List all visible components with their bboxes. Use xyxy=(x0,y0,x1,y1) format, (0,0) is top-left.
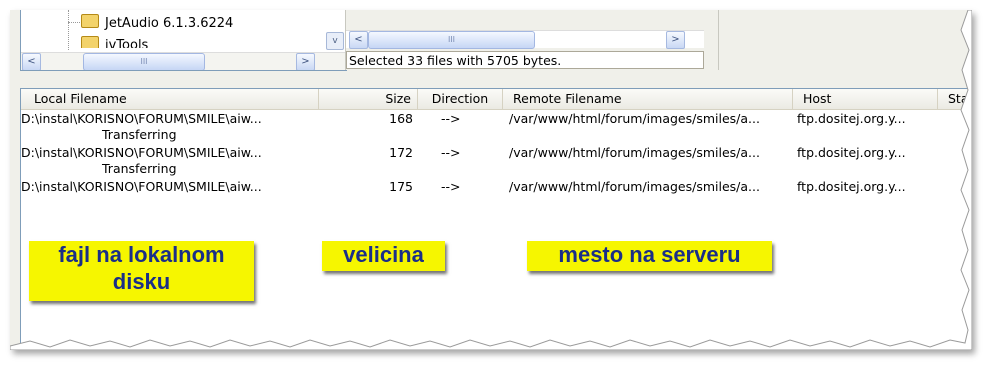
transfer-queue-list[interactable]: Local Filename Size Direction Remote Fil… xyxy=(20,88,972,350)
callout-local-line2: disku xyxy=(112,269,171,294)
scroll-thumb-grip: III xyxy=(447,35,456,44)
cell-size: 175 xyxy=(389,179,413,194)
cell-direction: --> xyxy=(441,179,461,194)
tree-scroll-right-button[interactable]: > xyxy=(296,53,315,70)
tree-connector-line xyxy=(68,22,80,23)
remote-scroll-left-button[interactable]: < xyxy=(349,31,368,49)
chevron-right-icon: > xyxy=(671,34,680,45)
cell-size: 168 xyxy=(389,111,413,126)
cell-transfer-status: Transferring xyxy=(102,161,177,176)
cell-remote-filename: /var/www/html/forum/images/smiles/a... xyxy=(509,179,760,194)
cell-remote-filename: /var/www/html/forum/images/smiles/a... xyxy=(509,145,760,160)
tree-item-label: JetAudio 6.1.3.6224 xyxy=(105,16,234,31)
column-header-local-filename[interactable]: Local Filename xyxy=(21,89,319,109)
chevron-down-icon: v xyxy=(332,36,338,46)
cell-local-filename: D:\instal\KORISNO\FORUM\SMILE\aiw... xyxy=(21,111,262,126)
tree-item-label: jvTools xyxy=(105,38,149,48)
chevron-left-icon: < xyxy=(27,56,36,67)
scroll-thumb-grip: III xyxy=(140,57,148,66)
column-header-remote-filename[interactable]: Remote Filename xyxy=(503,89,793,109)
remote-file-pane: < III > Selected 33 files with 5705 byte… xyxy=(345,10,719,70)
cell-size: 172 xyxy=(389,145,413,160)
column-header-size[interactable]: Size xyxy=(319,89,418,109)
tree-scroll-down-button[interactable]: v xyxy=(326,32,344,50)
callout-local-file: fajl na lokalnom disku xyxy=(29,241,254,301)
cell-direction: --> xyxy=(441,145,461,160)
column-header-host[interactable]: Host xyxy=(793,89,938,109)
callout-remote-location: mesto na serveru xyxy=(527,241,772,271)
cell-host: ftp.dositej.org.y... xyxy=(797,111,906,126)
cell-local-filename: D:\instal\KORISNO\FORUM\SMILE\aiw... xyxy=(21,179,262,194)
cell-remote-filename: /var/www/html/forum/images/smiles/a... xyxy=(509,111,760,126)
cell-host: ftp.dositej.org.y... xyxy=(797,179,906,194)
folder-icon xyxy=(81,14,99,28)
callout-local-line1: fajl na lokalnom xyxy=(58,242,225,267)
column-header-status[interactable]: Stat xyxy=(938,89,972,109)
callout-size: velicina xyxy=(322,241,445,271)
remote-selection-status: Selected 33 files with 5705 bytes. xyxy=(346,51,704,69)
remote-scroll-thumb[interactable]: III xyxy=(368,31,535,49)
tree-horizontal-scrollbar[interactable]: < III > xyxy=(21,52,346,70)
tree-item-jetaudio[interactable]: JetAudio 6.1.3.6224 xyxy=(81,14,233,32)
cell-local-filename: D:\instal\KORISNO\FORUM\SMILE\aiw... xyxy=(21,145,262,160)
tree-connector-line xyxy=(68,10,69,50)
remote-horizontal-scrollbar[interactable]: < III > xyxy=(346,30,704,49)
chevron-right-icon: > xyxy=(301,56,310,67)
queue-header: Local Filename Size Direction Remote Fil… xyxy=(21,89,972,110)
chevron-left-icon: < xyxy=(354,34,363,45)
screenshot-frame: JetAudio 6.1.3.6224 jvTools v < III > < … xyxy=(10,10,972,350)
tree-scroll-thumb[interactable]: III xyxy=(83,53,205,70)
tree-scroll-left-button[interactable]: < xyxy=(22,53,41,70)
folder-icon xyxy=(81,36,99,48)
column-header-direction[interactable]: Direction xyxy=(418,89,503,109)
remote-scroll-right-button[interactable]: > xyxy=(666,31,685,49)
tree-item-jvtools[interactable]: jvTools xyxy=(81,36,148,48)
cell-direction: --> xyxy=(441,111,461,126)
cell-transfer-status: Transferring xyxy=(102,127,177,142)
cell-host: ftp.dositej.org.y... xyxy=(797,145,906,160)
local-folder-tree[interactable]: JetAudio 6.1.3.6224 jvTools v < III > xyxy=(20,10,347,71)
